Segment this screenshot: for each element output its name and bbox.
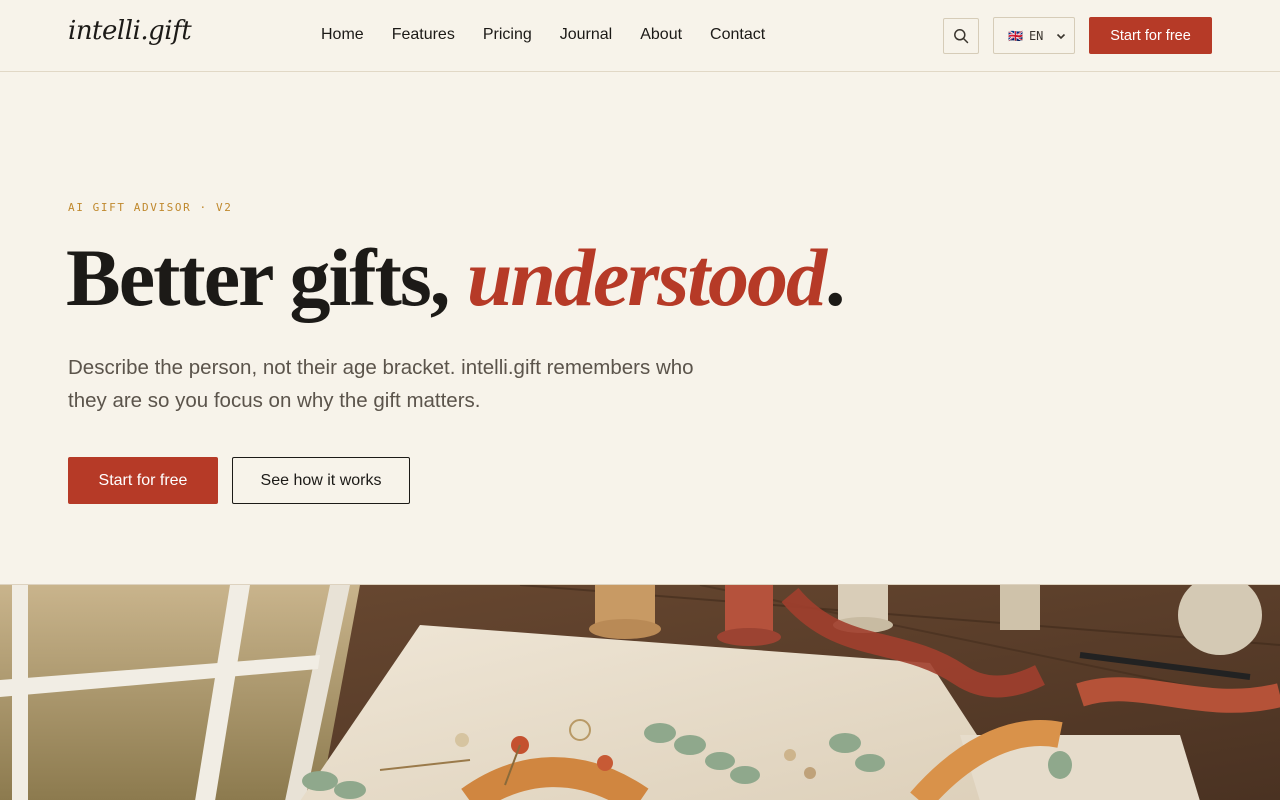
- hero-image: [0, 584, 1280, 800]
- nav-contact[interactable]: Contact: [710, 25, 765, 45]
- chevron-down-icon: [1056, 33, 1066, 39]
- headline-period: .: [825, 232, 845, 323]
- nav-about[interactable]: About: [640, 25, 682, 45]
- nav-features[interactable]: Features: [392, 25, 455, 45]
- gift-wrapping-scene-illustration: [0, 585, 1280, 800]
- header-start-button[interactable]: Start for free: [1089, 17, 1212, 54]
- hero-headline: Better gifts, understood.: [66, 232, 845, 324]
- headline-plain: Better gifts,: [66, 232, 467, 323]
- site-header: intelli.gift Home Features Pricing Journ…: [0, 0, 1280, 72]
- logo[interactable]: intelli.gift: [68, 16, 192, 46]
- see-how-button[interactable]: See how it works: [232, 457, 410, 504]
- uk-flag-icon: 🇬🇧: [1008, 28, 1023, 43]
- nav-pricing[interactable]: Pricing: [483, 25, 532, 45]
- main-nav: Home Features Pricing Journal About Cont…: [321, 25, 765, 45]
- headline-accent: understood: [466, 232, 827, 323]
- nav-home[interactable]: Home: [321, 25, 364, 45]
- start-free-button[interactable]: Start for free: [68, 457, 218, 504]
- language-select[interactable]: 🇬🇧 EN: [993, 17, 1075, 54]
- language-code: EN: [1028, 28, 1044, 43]
- nav-journal[interactable]: Journal: [560, 25, 612, 45]
- search-icon: [954, 29, 969, 44]
- search-button[interactable]: [943, 18, 979, 54]
- hero-eyebrow: AI GIFT ADVISOR · V2: [68, 201, 233, 214]
- hero-subtitle: Describe the person, not their age brack…: [68, 356, 694, 412]
